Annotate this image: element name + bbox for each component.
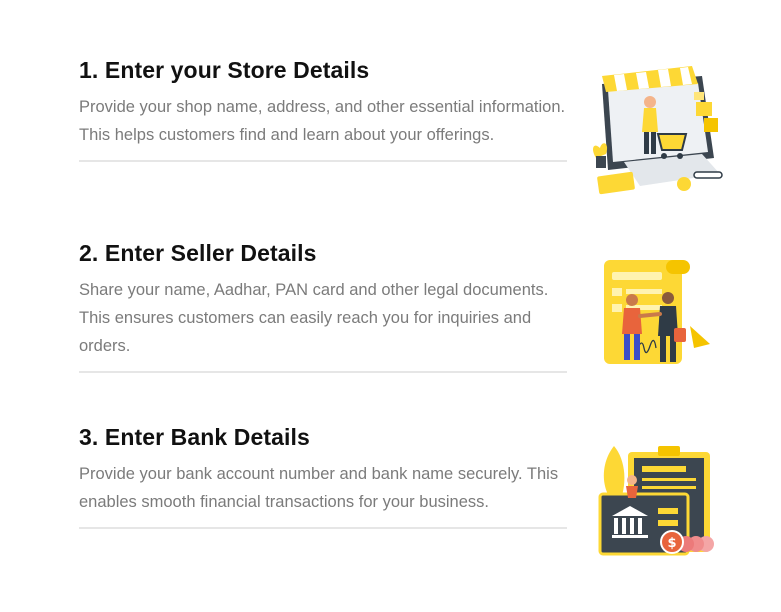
step-bank-details: 3. Enter Bank Details Provide your bank … — [79, 423, 567, 529]
step-description: Provide your shop name, address, and oth… — [79, 98, 566, 144]
bank-card-icon: $ — [594, 436, 724, 566]
step-description: Provide your bank account number and ban… — [79, 465, 559, 511]
step-description: Share your name, Aadhar, PAN card and ot… — [79, 281, 549, 355]
online-store-icon — [584, 62, 734, 202]
step-store-details: 1. Enter your Store Details Provide your… — [79, 56, 567, 162]
step-title: 1. Enter your Store Details — [79, 57, 370, 83]
step-title: 2. Enter Seller Details — [79, 240, 317, 266]
handshake-document-icon — [594, 256, 724, 376]
svg-text:$: $ — [667, 536, 676, 551]
step-seller-details: 2. Enter Seller Details Share your name,… — [79, 239, 567, 373]
step-title: 3. Enter Bank Details — [79, 424, 310, 450]
